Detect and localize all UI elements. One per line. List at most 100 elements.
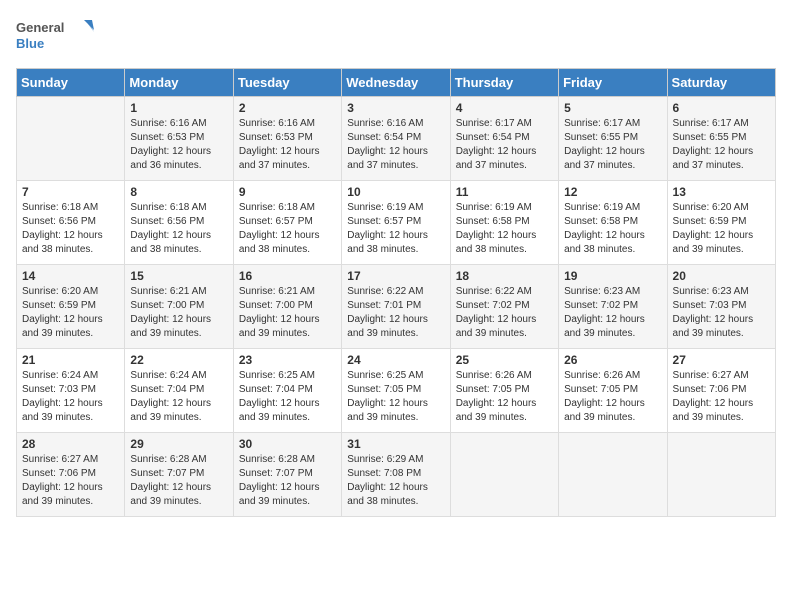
day-number: 21 bbox=[22, 353, 119, 367]
cell-content: Sunrise: 6:17 AM Sunset: 6:55 PM Dayligh… bbox=[673, 117, 770, 173]
cell-content: Sunrise: 6:27 AM Sunset: 7:06 PM Dayligh… bbox=[673, 369, 770, 425]
calendar-cell: 21 Sunrise: 6:24 AM Sunset: 7:03 PM Dayli… bbox=[17, 349, 125, 433]
calendar-cell: 4 Sunrise: 6:17 AM Sunset: 6:54 PM Daylig… bbox=[450, 97, 558, 181]
page-header: General Blue bbox=[16, 16, 776, 56]
cell-content: Sunrise: 6:19 AM Sunset: 6:58 PM Dayligh… bbox=[456, 201, 553, 257]
calendar-cell bbox=[667, 433, 775, 517]
header-cell-monday: Monday bbox=[125, 69, 233, 97]
day-number: 26 bbox=[564, 353, 661, 367]
cell-content: Sunrise: 6:16 AM Sunset: 6:53 PM Dayligh… bbox=[130, 117, 227, 173]
cell-content: Sunrise: 6:16 AM Sunset: 6:53 PM Dayligh… bbox=[239, 117, 336, 173]
header-cell-tuesday: Tuesday bbox=[233, 69, 341, 97]
calendar-cell: 30 Sunrise: 6:28 AM Sunset: 7:07 PM Dayli… bbox=[233, 433, 341, 517]
day-number: 18 bbox=[456, 269, 553, 283]
calendar-cell: 8Sunrise: 6:18 AM Sunset: 6:56 PM Daylig… bbox=[125, 181, 233, 265]
cell-content: Sunrise: 6:17 AM Sunset: 6:54 PM Dayligh… bbox=[456, 117, 553, 173]
cell-content: Sunrise: 6:21 AM Sunset: 7:00 PM Dayligh… bbox=[239, 285, 336, 341]
cell-content: Sunrise: 6:29 AM Sunset: 7:08 PM Dayligh… bbox=[347, 453, 444, 509]
header-cell-wednesday: Wednesday bbox=[342, 69, 450, 97]
calendar-cell: 31 Sunrise: 6:29 AM Sunset: 7:08 PM Dayli… bbox=[342, 433, 450, 517]
calendar-cell: 29Sunrise: 6:28 AM Sunset: 7:07 PM Dayli… bbox=[125, 433, 233, 517]
cell-content: Sunrise: 6:28 AM Sunset: 7:07 PM Dayligh… bbox=[130, 453, 227, 509]
day-number: 31 bbox=[347, 437, 444, 451]
header-cell-saturday: Saturday bbox=[667, 69, 775, 97]
cell-content: Sunrise: 6:21 AM Sunset: 7:00 PM Dayligh… bbox=[130, 285, 227, 341]
calendar-cell: 19 Sunrise: 6:23 AM Sunset: 7:02 PM Dayli… bbox=[559, 265, 667, 349]
calendar-cell: 23Sunrise: 6:25 AM Sunset: 7:04 PM Dayli… bbox=[233, 349, 341, 433]
day-number: 19 bbox=[564, 269, 661, 283]
day-number: 20 bbox=[673, 269, 770, 283]
calendar-cell: 28Sunrise: 6:27 AM Sunset: 7:06 PM Dayli… bbox=[17, 433, 125, 517]
calendar-cell: 27 Sunrise: 6:27 AM Sunset: 7:06 PM Dayli… bbox=[667, 349, 775, 433]
cell-content: Sunrise: 6:16 AM Sunset: 6:54 PM Dayligh… bbox=[347, 117, 444, 173]
calendar-cell bbox=[559, 433, 667, 517]
day-number: 14 bbox=[22, 269, 119, 283]
calendar-table: SundayMondayTuesdayWednesdayThursdayFrid… bbox=[16, 68, 776, 517]
cell-content: Sunrise: 6:24 AM Sunset: 7:03 PM Dayligh… bbox=[22, 369, 119, 425]
day-number: 2 bbox=[239, 101, 336, 115]
day-number: 3 bbox=[347, 101, 444, 115]
header-row: SundayMondayTuesdayWednesdayThursdayFrid… bbox=[17, 69, 776, 97]
week-row-5: 28Sunrise: 6:27 AM Sunset: 7:06 PM Dayli… bbox=[17, 433, 776, 517]
svg-text:General: General bbox=[16, 20, 64, 35]
day-number: 5 bbox=[564, 101, 661, 115]
day-number: 25 bbox=[456, 353, 553, 367]
calendar-cell: 6Sunrise: 6:17 AM Sunset: 6:55 PM Daylig… bbox=[667, 97, 775, 181]
calendar-cell: 7Sunrise: 6:18 AM Sunset: 6:56 PM Daylig… bbox=[17, 181, 125, 265]
cell-content: Sunrise: 6:23 AM Sunset: 7:02 PM Dayligh… bbox=[564, 285, 661, 341]
cell-content: Sunrise: 6:22 AM Sunset: 7:01 PM Dayligh… bbox=[347, 285, 444, 341]
calendar-cell: 3 Sunrise: 6:16 AM Sunset: 6:54 PM Daylig… bbox=[342, 97, 450, 181]
calendar-cell: 17 Sunrise: 6:22 AM Sunset: 7:01 PM Dayli… bbox=[342, 265, 450, 349]
calendar-cell: 1 Sunrise: 6:16 AM Sunset: 6:53 PM Daylig… bbox=[125, 97, 233, 181]
day-number: 22 bbox=[130, 353, 227, 367]
cell-content: Sunrise: 6:28 AM Sunset: 7:07 PM Dayligh… bbox=[239, 453, 336, 509]
day-number: 12 bbox=[564, 185, 661, 199]
cell-content: Sunrise: 6:24 AM Sunset: 7:04 PM Dayligh… bbox=[130, 369, 227, 425]
calendar-cell: 2 Sunrise: 6:16 AM Sunset: 6:53 PM Daylig… bbox=[233, 97, 341, 181]
calendar-cell: 13 Sunrise: 6:20 AM Sunset: 6:59 PM Dayli… bbox=[667, 181, 775, 265]
calendar-body: 1 Sunrise: 6:16 AM Sunset: 6:53 PM Daylig… bbox=[17, 97, 776, 517]
day-number: 4 bbox=[456, 101, 553, 115]
cell-content: Sunrise: 6:18 AM Sunset: 6:56 PM Dayligh… bbox=[130, 201, 227, 257]
day-number: 24 bbox=[347, 353, 444, 367]
cell-content: Sunrise: 6:27 AM Sunset: 7:06 PM Dayligh… bbox=[22, 453, 119, 509]
day-number: 9 bbox=[239, 185, 336, 199]
calendar-cell: 26 Sunrise: 6:26 AM Sunset: 7:05 PM Dayli… bbox=[559, 349, 667, 433]
header-cell-thursday: Thursday bbox=[450, 69, 558, 97]
calendar-cell: 20 Sunrise: 6:23 AM Sunset: 7:03 PM Dayli… bbox=[667, 265, 775, 349]
week-row-3: 14 Sunrise: 6:20 AM Sunset: 6:59 PM Dayli… bbox=[17, 265, 776, 349]
day-number: 1 bbox=[130, 101, 227, 115]
cell-content: Sunrise: 6:18 AM Sunset: 6:57 PM Dayligh… bbox=[239, 201, 336, 257]
calendar-cell: 15 Sunrise: 6:21 AM Sunset: 7:00 PM Dayli… bbox=[125, 265, 233, 349]
calendar-cell: 11 Sunrise: 6:19 AM Sunset: 6:58 PM Dayli… bbox=[450, 181, 558, 265]
logo: General Blue bbox=[16, 16, 96, 56]
day-number: 15 bbox=[130, 269, 227, 283]
calendar-cell: 9 Sunrise: 6:18 AM Sunset: 6:57 PM Daylig… bbox=[233, 181, 341, 265]
cell-content: Sunrise: 6:26 AM Sunset: 7:05 PM Dayligh… bbox=[456, 369, 553, 425]
cell-content: Sunrise: 6:25 AM Sunset: 7:04 PM Dayligh… bbox=[239, 369, 336, 425]
calendar-cell: 25 Sunrise: 6:26 AM Sunset: 7:05 PM Dayli… bbox=[450, 349, 558, 433]
cell-content: Sunrise: 6:20 AM Sunset: 6:59 PM Dayligh… bbox=[22, 285, 119, 341]
cell-content: Sunrise: 6:22 AM Sunset: 7:02 PM Dayligh… bbox=[456, 285, 553, 341]
svg-text:Blue: Blue bbox=[16, 36, 44, 51]
day-number: 16 bbox=[239, 269, 336, 283]
cell-content: Sunrise: 6:19 AM Sunset: 6:57 PM Dayligh… bbox=[347, 201, 444, 257]
day-number: 13 bbox=[673, 185, 770, 199]
cell-content: Sunrise: 6:23 AM Sunset: 7:03 PM Dayligh… bbox=[673, 285, 770, 341]
day-number: 27 bbox=[673, 353, 770, 367]
day-number: 10 bbox=[347, 185, 444, 199]
day-number: 7 bbox=[22, 185, 119, 199]
cell-content: Sunrise: 6:20 AM Sunset: 6:59 PM Dayligh… bbox=[673, 201, 770, 257]
calendar-cell: 18 Sunrise: 6:22 AM Sunset: 7:02 PM Dayli… bbox=[450, 265, 558, 349]
calendar-cell: 14 Sunrise: 6:20 AM Sunset: 6:59 PM Dayli… bbox=[17, 265, 125, 349]
cell-content: Sunrise: 6:25 AM Sunset: 7:05 PM Dayligh… bbox=[347, 369, 444, 425]
day-number: 11 bbox=[456, 185, 553, 199]
header-cell-friday: Friday bbox=[559, 69, 667, 97]
calendar-header: SundayMondayTuesdayWednesdayThursdayFrid… bbox=[17, 69, 776, 97]
calendar-cell: 22 Sunrise: 6:24 AM Sunset: 7:04 PM Dayli… bbox=[125, 349, 233, 433]
calendar-cell: 24 Sunrise: 6:25 AM Sunset: 7:05 PM Dayli… bbox=[342, 349, 450, 433]
cell-content: Sunrise: 6:17 AM Sunset: 6:55 PM Dayligh… bbox=[564, 117, 661, 173]
cell-content: Sunrise: 6:26 AM Sunset: 7:05 PM Dayligh… bbox=[564, 369, 661, 425]
day-number: 30 bbox=[239, 437, 336, 451]
day-number: 17 bbox=[347, 269, 444, 283]
